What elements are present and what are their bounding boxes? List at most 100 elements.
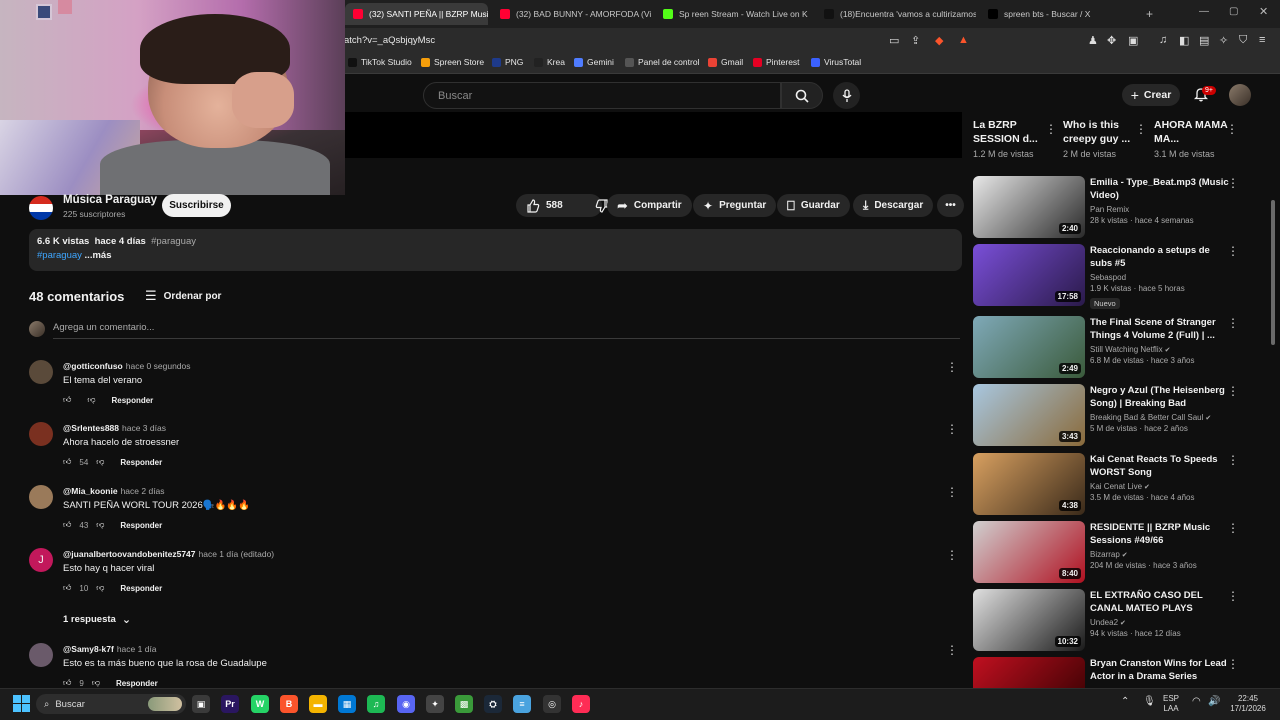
bookmark-item[interactable]: VirusTotal [811,57,861,67]
video-channel[interactable]: Pan Remix [1090,205,1230,214]
browser-tab[interactable]: Sp reen Stream - Watch Live on K [655,3,812,25]
taskbar-app-icon[interactable]: B [280,695,298,713]
comment-menu-icon[interactable]: ⋮ [946,486,958,498]
short-menu-icon[interactable]: ⋮ [1045,123,1057,135]
video-title[interactable]: Reaccionando a setups de subs #5 [1090,244,1230,270]
comment-like-button[interactable]: 👍︎ [63,583,71,593]
window-maximize-icon[interactable]: ▢ [1229,6,1238,17]
browser-tab[interactable]: spreen bts - Buscar / X [980,3,1140,25]
bookmark-item[interactable]: Pinterest [753,57,800,67]
browser-tab[interactable]: (32) SANTI PEÑA || BZRP Music✕ [345,3,488,25]
video-thumbnail[interactable]: 8:40 [973,521,1085,583]
volume-icon[interactable]: 🔊 [1208,697,1220,707]
comment-dislike-button[interactable]: 👎︎ [96,583,104,593]
taskbar-search[interactable]: ⌕ Buscar [36,694,186,714]
account-avatar[interactable] [1229,84,1251,106]
brave-shield-icon[interactable]: ◆ [935,34,943,47]
comment-reply-button[interactable]: Responder [120,584,162,593]
create-button[interactable]: + Crear [1122,84,1180,106]
recommended-video[interactable]: 2:49 The Final Scene of Stranger Things 4… [973,316,1243,378]
video-thumbnail[interactable]: 10:32 [973,589,1085,651]
video-channel[interactable]: Still Watching Netflix ✔ [1090,345,1230,354]
comment-menu-icon[interactable]: ⋮ [946,361,958,373]
search-button[interactable] [781,82,823,109]
video-player[interactable] [345,112,962,158]
taskbar-app-icon[interactable]: ▦ [338,695,356,713]
bookmark-item[interactable]: TikTok Studio [348,57,412,67]
video-channel[interactable]: Bizarrap ✔ [1090,550,1230,559]
language-indicator[interactable]: ESP LAA [1163,694,1179,714]
comment-like-button[interactable]: 👍︎ [63,520,71,530]
window-close-icon[interactable]: ✕ [1259,5,1268,18]
video-channel[interactable]: Kai Cenat Live ✔ [1090,482,1230,491]
commenter-avatar[interactable] [29,422,53,446]
view-replies-button[interactable]: 1 respuesta ⌄ [63,613,131,626]
short-menu-icon[interactable]: ⋮ [1226,123,1238,135]
video-title[interactable]: Kai Cenat Reacts To Speeds WORST Song [1090,453,1230,479]
comment-dislike-button[interactable]: 👎︎ [96,457,104,467]
save-button[interactable]: ⎕ Guardar [777,194,850,217]
comment-author[interactable]: @gotticonfuso hace 0 segundos [63,361,191,371]
leo-ai-icon[interactable]: ✧ [1219,34,1228,47]
short-menu-icon[interactable]: ⋮ [1135,123,1147,135]
cast-icon[interactable]: ▭ [889,34,899,47]
video-channel[interactable]: Undea2 ✔ [1090,618,1230,627]
comment-dislike-button[interactable]: 👎︎ [87,395,95,405]
video-channel[interactable]: Breaking Bad & Better Call Saul ✔ [1090,413,1230,422]
recommended-video[interactable]: 10:32 EL EXTRAÑO CASO DEL CANAL MATEO PLA… [973,589,1243,651]
windows-start-icon[interactable] [13,695,30,717]
recommended-video[interactable]: 8:40 RESIDENTE || BZRP Music Sessions #49… [973,521,1243,583]
comment-menu-icon[interactable]: ⋮ [946,549,958,561]
comment-author-handle[interactable]: @juanalbertoovandobenitez5747 [63,549,196,559]
comment-like-button[interactable]: 👍︎ [63,678,71,688]
video-title[interactable]: Bryan Cranston Wins for Lead Actor in a … [1090,657,1230,683]
taskbar-app-icon[interactable]: Pr [221,695,239,713]
recommended-video[interactable]: 2:40 Emilia - Type_Beat.mp3 (Music Video)… [973,176,1243,238]
video-title[interactable]: RESIDENTE || BZRP Music Sessions #49/66 [1090,521,1230,547]
download-button[interactable]: ⤓ Descargar [853,194,934,217]
channel-name[interactable]: Música Paraguay [63,194,157,206]
taskbar-app-icon[interactable]: ♪ [572,695,590,713]
video-thumbnail[interactable]: 3:43 [973,384,1085,446]
video-menu-icon[interactable]: ⋮ [1227,317,1239,329]
comment-menu-icon[interactable]: ⋮ [946,644,958,656]
taskbar-app-icon[interactable]: ♫ [367,695,385,713]
taskbar-app-icon[interactable]: ⛭ [484,695,502,713]
video-menu-icon[interactable]: ⋮ [1227,658,1239,670]
comment-like-button[interactable]: 👍︎ [63,395,71,405]
recommended-video[interactable]: 4:38 Kai Cenat Reacts To Speeds WORST Son… [973,453,1243,515]
comment-author[interactable]: @Mia_koonie hace 2 días [63,486,165,496]
video-title[interactable]: EL EXTRAÑO CASO DEL CANAL MATEO PLAYS [1090,589,1230,615]
browser-menu-icon[interactable]: ≡ [1259,34,1265,46]
page-scrollbar[interactable] [1271,200,1275,345]
comment-author-handle[interactable]: @gotticonfuso [63,361,123,371]
bookmark-item[interactable]: Krea [534,57,565,67]
bookmark-item[interactable]: Panel de control [625,57,699,67]
tray-chevron-icon[interactable]: ⌃ [1121,697,1129,707]
new-tab-button[interactable]: + [1146,7,1153,21]
video-title[interactable]: Emilia - Type_Beat.mp3 (Music Video) [1090,176,1230,202]
bookmark-item[interactable]: PNG [492,57,523,67]
bookmark-item[interactable]: Gmail [708,57,743,67]
video-thumbnail[interactable]: 2:40 [973,176,1085,238]
taskbar-app-icon[interactable]: ≡ [513,695,531,713]
taskbar-app-icon[interactable]: ◉ [397,695,415,713]
video-channel[interactable]: Sebaspod [1090,273,1230,282]
hashtag[interactable]: #paraguay [151,236,196,247]
browser-tab[interactable]: (18)Encuentra 'vamos a cultirizamos [816,3,976,25]
commenter-avatar[interactable] [29,485,53,509]
clock[interactable]: 22:45 17/1/2026 [1226,694,1270,714]
sort-comments-button[interactable]: ☰ Ordenar por [145,288,221,304]
video-thumbnail[interactable]: 2:49 [973,316,1085,378]
video-menu-icon[interactable]: ⋮ [1227,245,1239,257]
video-thumbnail[interactable]: 17:58 [973,244,1085,306]
brave-rewards-icon[interactable]: ▲ [958,34,969,46]
comment-reply-button[interactable]: Responder [112,396,154,405]
comment-reply-button[interactable]: Responder [120,458,162,467]
comment-dislike-button[interactable]: 👎︎ [96,520,104,530]
taskbar-app-icon[interactable]: ◎ [543,695,561,713]
search-input[interactable]: Buscar [423,82,781,109]
comment-author[interactable]: @juanalbertoovandobenitez5747 hace 1 día … [63,549,274,559]
video-menu-icon[interactable]: ⋮ [1227,177,1239,189]
video-thumbnail[interactable]: 4:38 [973,453,1085,515]
